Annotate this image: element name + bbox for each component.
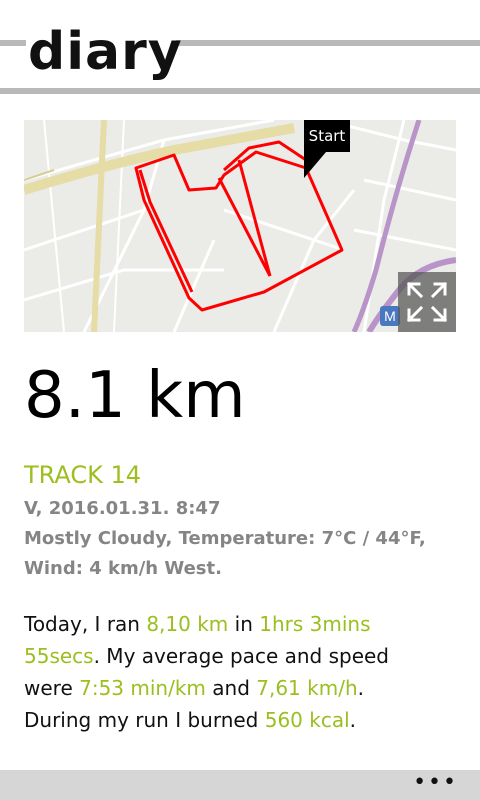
summary-text: . <box>349 708 357 732</box>
summary-text: . My average pace and speed <box>93 644 390 668</box>
track-title: TRACK 14 <box>24 461 142 489</box>
start-label: Start <box>308 127 346 145</box>
expand-arrows-icon <box>406 281 448 323</box>
route-map[interactable]: M Start <box>24 120 456 332</box>
summary-text: in <box>228 612 260 636</box>
summary-text: . <box>357 676 364 700</box>
summary-speed: 7,61 km/h <box>256 676 358 700</box>
start-marker: Start <box>304 120 350 152</box>
summary-text: were <box>24 676 80 700</box>
header-rule-left <box>0 40 26 46</box>
header-rule-right <box>176 40 480 46</box>
run-summary: Today, I ran 8,10 km in 1hrs 3mins 55sec… <box>24 608 464 736</box>
summary-pace: 7:53 min/km <box>79 676 206 700</box>
weather-line-2: Wind: 4 km/h West. <box>24 558 222 579</box>
total-distance: 8.1 km <box>24 359 246 433</box>
weather-line-1: Mostly Cloudy, Temperature: 7°C / 44°F, <box>24 528 426 549</box>
summary-duration-seconds: 55secs <box>24 644 94 668</box>
track-meta: V, 2016.01.31. 8:47 Mostly Cloudy, Tempe… <box>24 494 464 584</box>
more-options-button[interactable]: ••• <box>413 772 458 794</box>
app-header: diary <box>0 0 480 100</box>
summary-duration: 1hrs 3mins <box>259 612 371 636</box>
header-rule-bottom <box>0 88 480 94</box>
summary-distance: 8,10 km <box>146 612 229 636</box>
app-bar: ••• <box>0 770 480 800</box>
expand-map-button[interactable] <box>398 272 456 332</box>
map-canvas: M <box>24 120 456 332</box>
summary-text: and <box>205 676 257 700</box>
summary-text: Today, I ran <box>24 612 147 636</box>
app-logo: diary <box>28 22 183 82</box>
track-date: V, 2016.01.31. 8:47 <box>24 498 221 519</box>
svg-text:M: M <box>384 308 396 324</box>
start-marker-pointer <box>304 152 326 178</box>
summary-text: During my run I burned <box>24 708 265 732</box>
summary-calories: 560 kcal <box>264 708 350 732</box>
